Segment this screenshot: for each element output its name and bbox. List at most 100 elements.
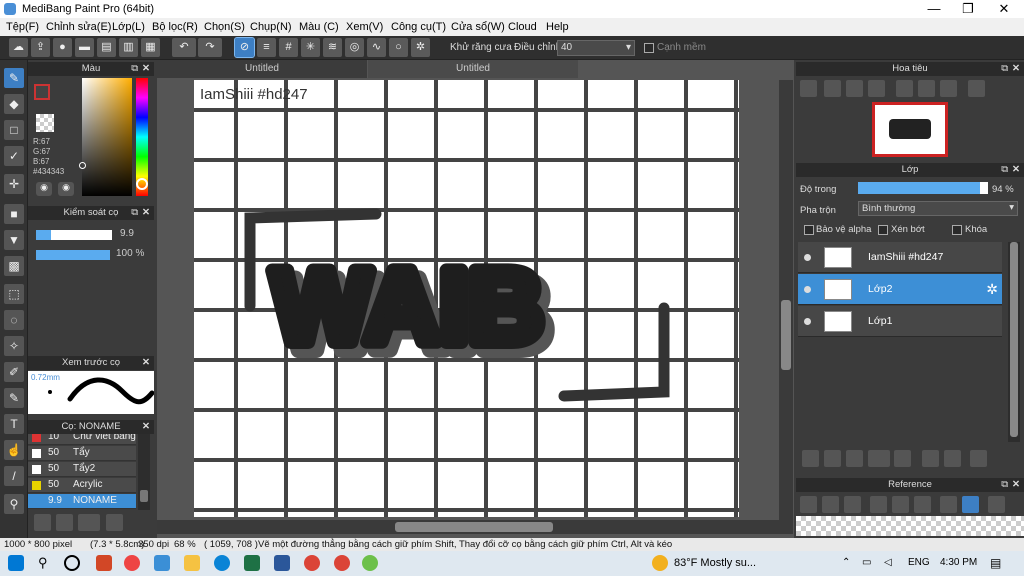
magic-wand-icon[interactable]: ✧	[4, 336, 24, 356]
foreground-color-swatch[interactable]	[34, 84, 50, 100]
ref-open-icon[interactable]	[822, 496, 839, 513]
move-icon[interactable]: ✛	[4, 174, 24, 194]
dot-icon[interactable]: □	[4, 120, 24, 140]
powerpoint-icon[interactable]	[96, 555, 112, 571]
horizontal-scrollbar[interactable]	[157, 520, 793, 534]
v-scroll-thumb[interactable]	[781, 300, 791, 370]
maximize-button[interactable]: ❐	[950, 0, 986, 18]
brush-settings-icon[interactable]	[106, 514, 123, 531]
windows-start-icon[interactable]	[8, 555, 24, 571]
gradient-icon[interactable]: ▩	[4, 256, 24, 276]
color-history-icon[interactable]: ◉	[58, 182, 74, 196]
speech-bubble-icon[interactable]: ●	[53, 38, 72, 57]
menu-tools[interactable]: Công cụ(T)	[391, 21, 446, 33]
transparent-swatch[interactable]	[36, 114, 54, 132]
menu-color[interactable]: Màu (C)	[299, 21, 339, 33]
weather-text[interactable]: 83°F Mostly su...	[674, 557, 756, 569]
lasso-icon[interactable]: ◌	[4, 310, 24, 330]
pen-icon[interactable]: ✓	[4, 146, 24, 166]
h-scroll-thumb[interactable]	[395, 522, 553, 532]
pin-icon[interactable]: ⧉	[131, 62, 138, 76]
parallel-snap-icon[interactable]: ≡	[257, 38, 276, 57]
brush-size-slider[interactable]	[36, 230, 112, 240]
folder-icon[interactable]	[894, 450, 911, 467]
hue-handle[interactable]	[136, 178, 148, 190]
edge-icon[interactable]	[214, 555, 230, 571]
ref-upload-icon[interactable]	[800, 496, 817, 513]
share-icon[interactable]: ⇪	[31, 38, 50, 57]
comment-icon[interactable]: ▬	[75, 38, 94, 57]
pin-icon[interactable]: ⧉	[1001, 62, 1008, 76]
network-icon[interactable]: ▭	[862, 557, 871, 568]
brush-list-item[interactable]: 50 Tẩy2	[28, 462, 136, 477]
lock-checkbox[interactable]	[952, 225, 962, 235]
ref-reset-icon[interactable]	[988, 496, 1005, 513]
menu-select[interactable]: Chọn(S)	[204, 21, 245, 33]
new-brush-icon[interactable]	[56, 514, 73, 531]
add-layer-menu-icon[interactable]	[868, 450, 890, 467]
visibility-icon[interactable]	[804, 286, 811, 293]
layer-opacity-slider[interactable]	[858, 182, 988, 194]
select-rect-icon[interactable]: ⬚	[4, 284, 24, 304]
circle-snap-icon[interactable]: ○	[389, 38, 408, 57]
menu-layer[interactable]: Lớp(L)	[112, 21, 145, 33]
new-1bit-layer-icon[interactable]	[846, 450, 863, 467]
tray-chevron-icon[interactable]: ⌃	[842, 557, 850, 568]
chrome-icon-2[interactable]	[334, 555, 350, 571]
close-icon[interactable]: ✕	[142, 62, 150, 76]
vertical-scrollbar[interactable]	[779, 80, 793, 520]
scroll-thumb[interactable]	[140, 490, 148, 502]
duplicate-layer-icon[interactable]	[922, 450, 939, 467]
pin-icon[interactable]: ⧉	[1001, 163, 1008, 177]
settings-snap-icon[interactable]: ✲	[411, 38, 430, 57]
rotate-right-icon[interactable]	[940, 80, 957, 97]
layer-row[interactable]: Lớp2 ✲	[798, 274, 1002, 305]
ref-zoom-in-icon[interactable]	[870, 496, 887, 513]
close-icon[interactable]: ✕	[142, 420, 150, 434]
reference-area[interactable]	[796, 516, 1024, 536]
clipping-checkbox[interactable]	[878, 225, 888, 235]
bucket-icon[interactable]: ▼	[4, 230, 24, 250]
add-brush-icon[interactable]	[78, 514, 100, 531]
minimize-button[interactable]: —	[916, 0, 952, 18]
select-eraser-icon[interactable]: ✎	[4, 388, 24, 408]
close-icon[interactable]: ✕	[142, 356, 150, 370]
close-icon[interactable]: ✕	[1012, 478, 1020, 492]
pages-icon[interactable]: ▥	[119, 38, 138, 57]
blend-select[interactable]: Bình thường ▾	[858, 201, 1018, 216]
brush-opacity-slider[interactable]	[36, 250, 110, 260]
task-view-icon[interactable]	[64, 555, 80, 571]
tab-untitled-2[interactable]: Untitled	[368, 60, 578, 78]
undo-icon[interactable]: ↶	[172, 38, 196, 57]
brush-list-item[interactable]: 10 Chữ viết bằng	[28, 434, 136, 445]
page-icon[interactable]: ▤	[97, 38, 116, 57]
notification-icon[interactable]: ▤	[990, 556, 1001, 570]
menu-help[interactable]: Help	[546, 21, 569, 33]
brush-list-item[interactable]: 9.9 NONAME	[28, 494, 136, 509]
close-icon[interactable]: ✕	[1012, 163, 1020, 177]
delete-layer-icon[interactable]	[970, 450, 987, 467]
menu-cloud[interactable]: Cloud	[508, 21, 537, 33]
visibility-icon[interactable]	[804, 254, 811, 261]
zoom-out-icon[interactable]	[868, 80, 885, 97]
brush-list-item[interactable]: 50 Acrylic	[28, 478, 136, 493]
fill-rect-icon[interactable]: ■	[4, 204, 24, 224]
word-icon[interactable]	[274, 555, 290, 571]
layer-list-scrollbar[interactable]	[1008, 242, 1020, 442]
snap-off-icon[interactable]: ⊘	[234, 37, 255, 58]
file-explorer-icon[interactable]	[184, 555, 200, 571]
drawing-canvas[interactable]: WAIB WAIB IamShiii #hd247	[194, 80, 739, 517]
ref-fit-icon[interactable]	[892, 496, 909, 513]
redo-icon[interactable]: ↷	[198, 38, 222, 57]
chrome-app-icon[interactable]	[124, 555, 140, 571]
close-icon[interactable]: ✕	[142, 206, 150, 220]
color-picker-square[interactable]	[79, 78, 132, 196]
perspective-snap-icon[interactable]: ≋	[323, 38, 342, 57]
search-icon[interactable]: ⚲	[38, 555, 54, 571]
excel-icon[interactable]	[244, 555, 260, 571]
menu-file[interactable]: Tệp(F)	[6, 21, 39, 33]
edge-checkbox[interactable]	[644, 43, 654, 53]
concentric-snap-icon[interactable]: ◎	[345, 38, 364, 57]
text-icon[interactable]: T	[4, 414, 24, 434]
new-layer-icon[interactable]	[802, 450, 819, 467]
